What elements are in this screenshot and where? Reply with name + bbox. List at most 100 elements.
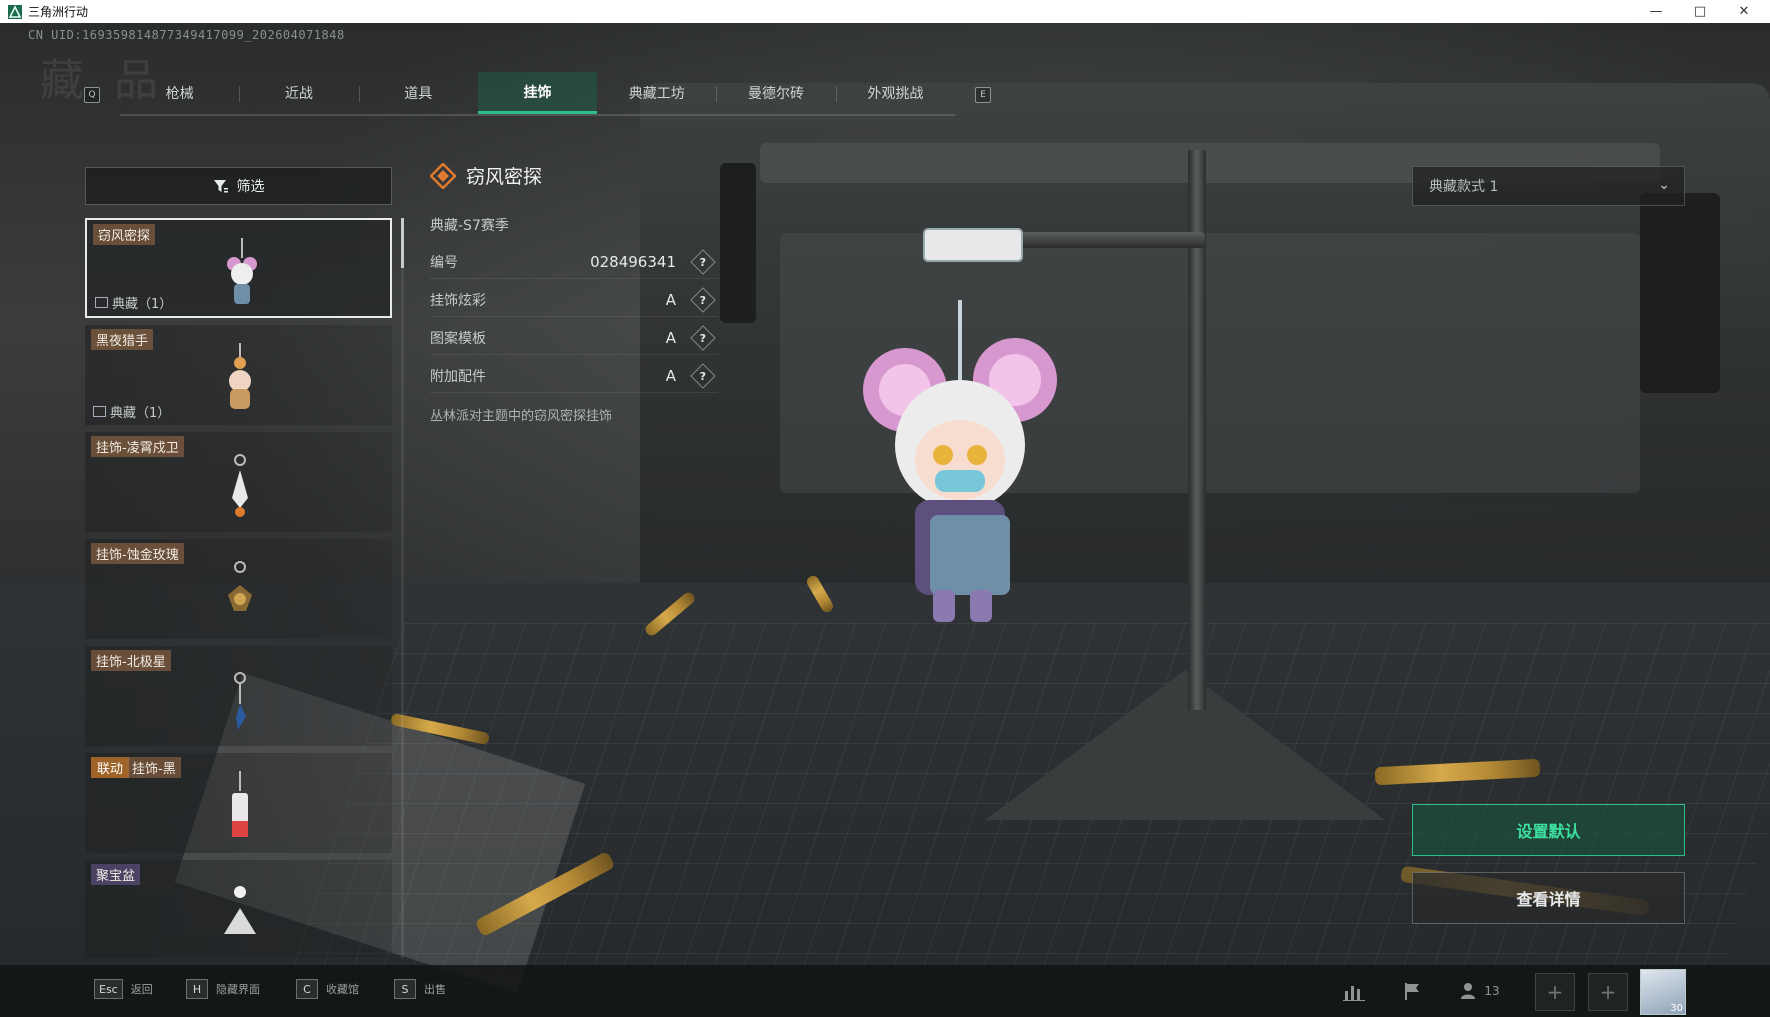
item-collection: 典藏（1）	[93, 402, 170, 421]
style-dropdown[interactable]: 典藏款式 1 ⌄	[1412, 166, 1685, 206]
charm-thumbnail	[234, 672, 246, 730]
chevron-down-icon: ⌄	[1658, 177, 1670, 193]
info-row-label: 编号	[430, 254, 458, 271]
item-name: 挂饰-凌霄戍卫	[91, 436, 184, 457]
avatar[interactable]: 30	[1640, 969, 1686, 1015]
view-details-button[interactable]: 查看详情	[1412, 872, 1685, 924]
info-row-value: 028496341	[590, 252, 676, 271]
hint-key: S	[394, 979, 416, 999]
add-slot-button[interactable]: +	[1535, 973, 1575, 1011]
charm-thumbnail	[228, 561, 252, 611]
list-item[interactable]: 挂饰-北极星	[85, 646, 392, 746]
bottom-bar: Esc 返回 H 隐藏界面 C 收藏馆 S 出售 13 + + 30	[0, 965, 1770, 1017]
rarity-diamond-icon	[430, 162, 456, 189]
info-row-value: A	[665, 290, 676, 309]
hint-label: 返回	[130, 983, 153, 996]
tab-next-key[interactable]: E	[975, 87, 991, 103]
info-row-label: 附加配件	[430, 368, 486, 385]
info-row-label: 挂饰炫彩	[430, 292, 486, 309]
item-name: 挂饰-黑	[127, 757, 181, 778]
info-row-value: A	[665, 366, 676, 385]
list-item[interactable]: 联动 挂饰-黑	[85, 753, 392, 853]
category-tabs: 枪械 近战 道具 挂饰 典藏工坊 曼德尔砖 外观挑战	[120, 72, 955, 116]
season-label: 典藏-S7赛季	[430, 218, 509, 234]
hint-key: Esc	[94, 979, 123, 999]
info-row-value: A	[665, 328, 676, 347]
image-icon	[93, 406, 106, 417]
uid-label: CN UID:1693598148773494170​99_2026040718…	[28, 28, 345, 42]
add-slot-button[interactable]: +	[1588, 973, 1628, 1011]
charm-thumbnail	[229, 343, 251, 409]
tab-melee[interactable]: 近战	[239, 72, 358, 114]
charm-thumbnail	[224, 886, 256, 934]
help-icon[interactable]: ?	[690, 324, 716, 351]
hint-label: 出售	[424, 983, 446, 996]
charm-thumbnail	[227, 238, 257, 304]
maximize-button[interactable]: □	[1678, 0, 1722, 23]
item-name: 挂饰-北极星	[91, 650, 171, 671]
item-collection: 典藏（1）	[95, 293, 172, 312]
friends-count: 13	[1484, 984, 1500, 998]
charm-title: 窃风密探	[430, 162, 542, 189]
charm-description: 丛林派对主题中的窃风密探挂饰	[430, 409, 613, 424]
list-item[interactable]: 聚宝盆	[85, 860, 392, 958]
close-button[interactable]: ✕	[1722, 0, 1766, 23]
window-title: 三角洲行动	[28, 5, 89, 19]
set-default-button[interactable]: 设置默认	[1412, 804, 1685, 856]
help-icon[interactable]: ?	[690, 286, 716, 313]
minimize-button[interactable]: —	[1634, 0, 1678, 23]
collab-badge: 联动	[91, 757, 130, 778]
charm-name: 窃风密探	[466, 166, 543, 188]
charm-stand-base	[985, 670, 1385, 820]
charm-clip	[923, 228, 1023, 262]
tab-guns[interactable]: 枪械	[120, 72, 239, 114]
charm-thumbnail	[232, 454, 248, 517]
hint-collection[interactable]: C 收藏馆	[296, 979, 359, 999]
hint-label: 隐藏界面	[216, 983, 260, 996]
scrollbar-thumb[interactable]	[401, 218, 404, 268]
hint-key: C	[296, 979, 318, 999]
filter-label: 筛选	[236, 179, 265, 195]
list-item[interactable]: 挂饰-凌霄戍卫	[85, 432, 392, 532]
charm-list: 窃风密探 典藏（1） 黑夜猎手 典藏（1） 挂饰-凌霄戍卫 挂饰-蚀金玫瑰 挂饰…	[85, 218, 392, 958]
item-name: 窃风密探	[93, 224, 156, 245]
info-row-accessory: 附加配件 A ?	[430, 359, 718, 393]
tab-appearance-challenge[interactable]: 外观挑战	[835, 72, 955, 114]
hint-hide-ui[interactable]: H 隐藏界面	[186, 979, 260, 999]
tab-items[interactable]: 道具	[358, 72, 478, 114]
tab-prev-key[interactable]: Q	[84, 87, 100, 103]
app-logo-icon	[8, 4, 22, 19]
info-row-label: 图案模板	[430, 330, 486, 347]
tab-workshop[interactable]: 典藏工坊	[597, 72, 716, 114]
info-row-color: 挂饰炫彩 A ?	[430, 283, 718, 317]
list-scrollbar[interactable]	[401, 218, 404, 958]
item-name: 黑夜猎手	[91, 329, 154, 350]
image-icon	[95, 297, 108, 308]
help-icon[interactable]: ?	[690, 362, 716, 389]
style-dropdown-value: 典藏款式 1	[1429, 179, 1499, 195]
window-titlebar: 三角洲行动 — □ ✕	[0, 0, 1770, 23]
avatar-level: 30	[1670, 1003, 1683, 1014]
tab-mandel-brick[interactable]: 曼德尔砖	[716, 72, 835, 114]
list-item[interactable]: 挂饰-蚀金玫瑰	[85, 539, 392, 639]
help-icon[interactable]: ?	[690, 248, 716, 275]
filter-icon	[213, 180, 228, 193]
list-item[interactable]: 黑夜猎手 典藏（1）	[85, 325, 392, 425]
charm-figure[interactable]	[845, 300, 1075, 640]
hint-label: 收藏馆	[326, 983, 359, 996]
item-name: 挂饰-蚀金玫瑰	[91, 543, 184, 564]
list-item[interactable]: 窃风密探 典藏（1）	[85, 218, 392, 318]
friends-icon	[1461, 983, 1476, 999]
hint-back[interactable]: Esc 返回	[94, 979, 153, 999]
charm-thumbnail	[232, 771, 248, 837]
tab-charms[interactable]: 挂饰	[477, 72, 598, 114]
info-row-pattern: 图案模板 A ?	[430, 321, 718, 355]
filter-button[interactable]: 筛选	[85, 167, 392, 205]
hint-sell[interactable]: S 出售	[394, 979, 446, 999]
friends-indicator[interactable]: 13	[1452, 975, 1508, 1007]
flag-icon[interactable]	[1395, 975, 1429, 1007]
item-name: 聚宝盆	[91, 864, 141, 885]
info-row-serial: 编号 028496341 ?	[430, 245, 718, 279]
stats-icon[interactable]	[1337, 975, 1371, 1007]
hint-key: H	[186, 979, 208, 999]
